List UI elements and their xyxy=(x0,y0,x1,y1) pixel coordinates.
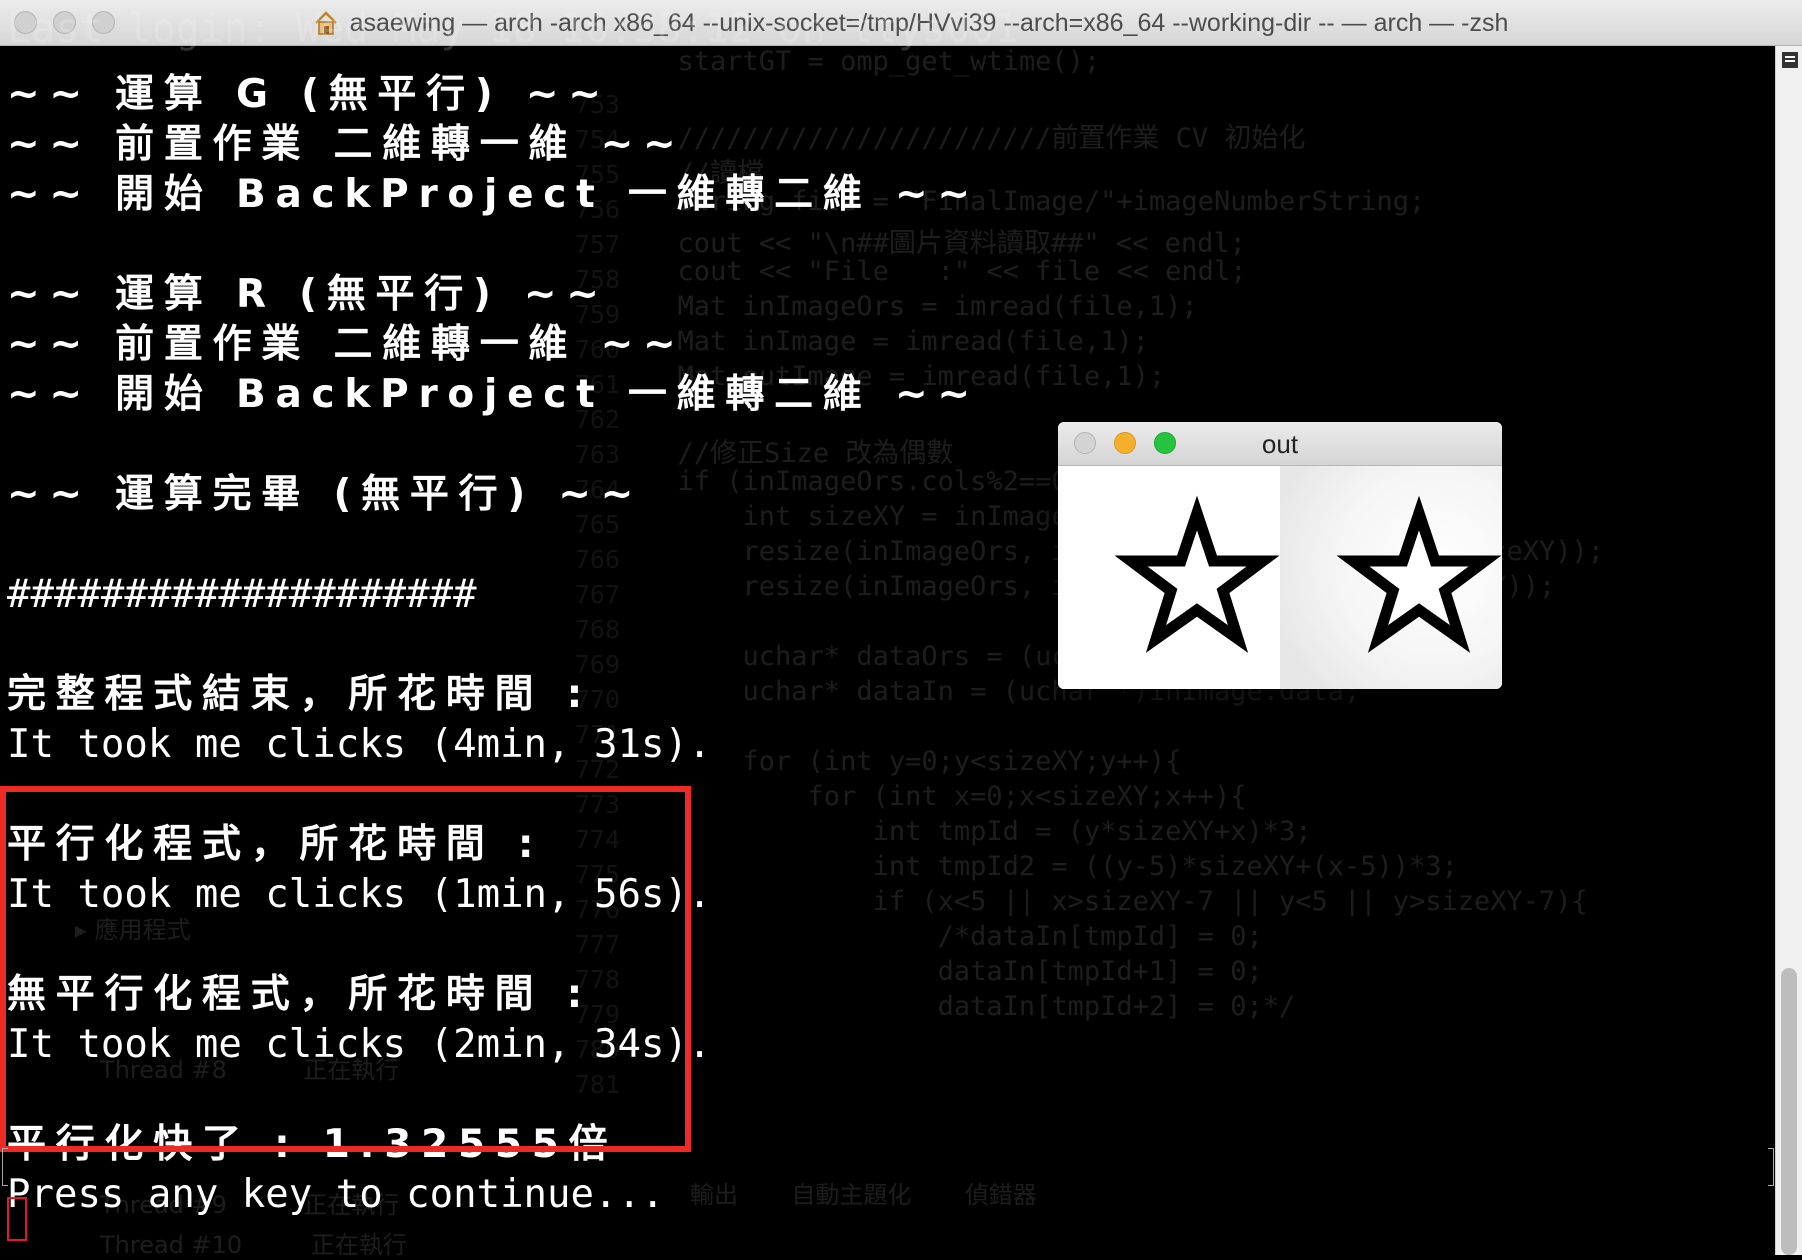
terminal-line: Press any key to continue... xyxy=(7,1172,665,1217)
terminal-line: ~~ 開始 BackProject 一維轉二維 ~~ xyxy=(7,172,980,217)
scroll-menu-icon[interactable] xyxy=(1782,52,1798,68)
scrollbar-thumb[interactable] xyxy=(1781,968,1797,1255)
terminal-line: It took me clicks (4min, 31s). xyxy=(7,722,712,767)
terminal-line: ~~ 運算完畢 (無平行) ~~ xyxy=(7,472,644,517)
terminal-line: 完整程式結束，所花時間 : xyxy=(7,672,592,717)
backprojected-image xyxy=(1280,466,1502,689)
out-image-window[interactable]: out xyxy=(1058,422,1502,689)
star-icon xyxy=(1058,466,1280,689)
terminal-line: ~~ 運算 G (無平行) ~~ xyxy=(7,72,611,117)
out-window-title: out xyxy=(1261,429,1299,459)
terminal-line: #################### xyxy=(7,572,477,617)
terminal-cursor xyxy=(7,1197,27,1241)
original-image xyxy=(1058,466,1280,689)
star-icon xyxy=(1280,466,1502,689)
bracket-mark xyxy=(1768,1148,1774,1186)
terminal-line: ~~ 開始 BackProject 一維轉二維 ~~ xyxy=(7,372,980,417)
bracket-mark xyxy=(2,1148,8,1186)
terminal-line: ~~ 前置作業 二維轉一維 ~~ xyxy=(7,322,686,367)
highlight-annotation-box xyxy=(0,786,691,1152)
out-window-titlebar[interactable]: out xyxy=(1058,422,1502,466)
terminal-line: ~~ 運算 R (無平行) ~~ xyxy=(7,272,609,317)
terminal-line: ~~ 前置作業 二維轉一維 ~~ xyxy=(7,122,686,167)
